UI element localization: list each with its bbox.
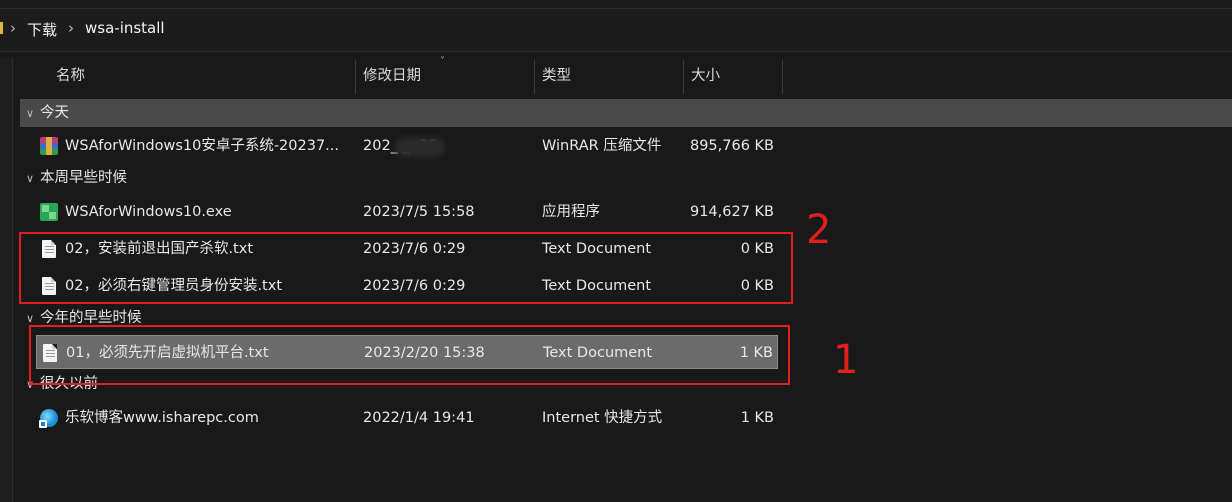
rar-archive-icon bbox=[40, 137, 58, 155]
group-header-today[interactable]: ∨ 今天 bbox=[26, 100, 69, 126]
annotation-number-2: 2 bbox=[806, 207, 832, 253]
file-name: WSAforWindows10.exe bbox=[65, 204, 232, 220]
breadcrumb-item-downloads[interactable]: 下载 bbox=[27, 19, 57, 40]
annotation-box-2 bbox=[19, 232, 793, 304]
exe-app-icon bbox=[40, 203, 58, 221]
column-header-type[interactable]: 类型 bbox=[542, 58, 571, 94]
file-type: WinRAR 压缩文件 bbox=[542, 138, 662, 154]
file-row[interactable]: WSAforWindows10.exe 2023/7/5 15:58 应用程序 … bbox=[36, 195, 778, 229]
chevron-down-icon: ∨ bbox=[26, 107, 35, 120]
file-date: 2023/7/5 15:58 bbox=[363, 204, 475, 220]
column-divider[interactable] bbox=[683, 60, 684, 94]
group-header-highlight bbox=[20, 99, 1232, 127]
group-header-this-week[interactable]: ∨ 本周早些时候 bbox=[26, 165, 127, 191]
breadcrumb-item-wsa-install[interactable]: wsa-install bbox=[85, 19, 165, 37]
column-divider[interactable] bbox=[782, 60, 783, 94]
file-size: 914,627 KB bbox=[689, 204, 774, 220]
column-header-name[interactable]: 名称 bbox=[56, 58, 85, 94]
file-row[interactable]: 乐软博客www.isharepc.com 2022/1/4 19:41 Inte… bbox=[36, 401, 778, 435]
file-date: 2022/1/4 19:41 bbox=[363, 410, 475, 426]
folder-icon bbox=[0, 22, 3, 34]
sort-caret-icon: ˅ bbox=[440, 56, 445, 67]
annotation-number-1: 1 bbox=[833, 337, 859, 383]
column-header-size[interactable]: 大小 bbox=[691, 58, 720, 94]
file-name: WSAforWindows10安卓子系统-20237... bbox=[65, 138, 340, 154]
redaction-blur bbox=[395, 137, 445, 157]
file-type: 应用程序 bbox=[542, 204, 600, 220]
breadcrumb-separator: › bbox=[68, 19, 74, 37]
column-header-date[interactable]: 修改日期 bbox=[363, 58, 421, 94]
file-size: 895,766 KB bbox=[689, 138, 774, 154]
file-type: Internet 快捷方式 bbox=[542, 410, 663, 426]
breadcrumb-separator: › bbox=[10, 19, 16, 37]
file-size: 1 KB bbox=[740, 410, 774, 426]
breadcrumb-bar bbox=[0, 8, 1232, 52]
navigation-pane-edge[interactable] bbox=[0, 58, 13, 502]
internet-shortcut-icon bbox=[39, 409, 58, 428]
chevron-down-icon: ∨ bbox=[26, 172, 35, 185]
annotation-box-1 bbox=[29, 325, 790, 385]
file-name: 乐软博客www.isharepc.com bbox=[65, 410, 259, 426]
column-divider[interactable] bbox=[355, 60, 356, 94]
column-divider[interactable] bbox=[534, 60, 535, 94]
